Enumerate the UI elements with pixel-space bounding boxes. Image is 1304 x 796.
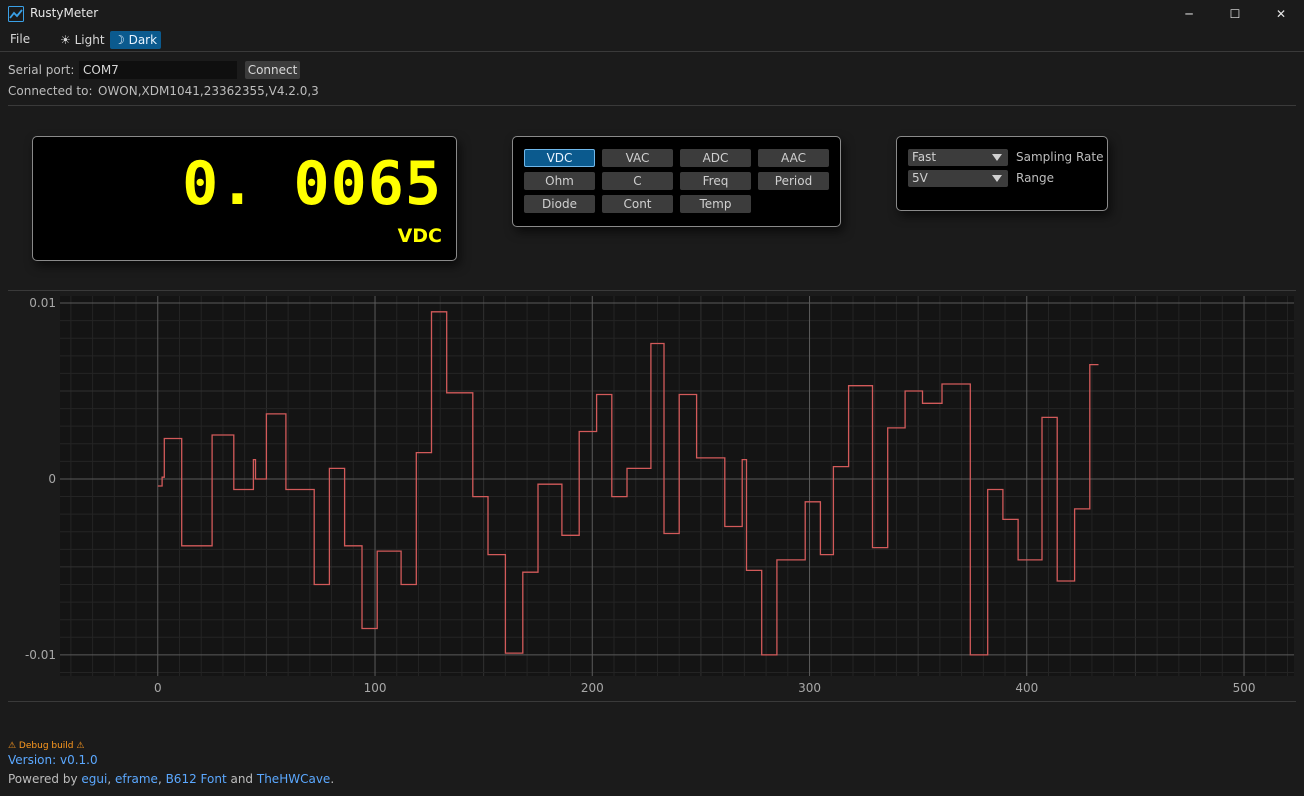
mode-c-button[interactable]: C — [602, 172, 673, 190]
mode-vdc-button[interactable]: VDC — [524, 149, 595, 167]
measurement-plot[interactable]: 0 100 200 300 400 500 0.01 0 -0.01 — [8, 292, 1296, 700]
divider — [8, 105, 1296, 106]
app-chart-icon — [8, 6, 24, 22]
sampling-rate-select[interactable]: Fast — [908, 149, 1008, 166]
plot-svg[interactable]: 0 100 200 300 400 500 0.01 0 -0.01 — [8, 292, 1296, 700]
range-label: Range — [1016, 171, 1055, 185]
mode-adc-button[interactable]: ADC — [680, 149, 751, 167]
separator-text: . — [330, 772, 335, 786]
separator-text: , — [157, 772, 166, 786]
reading-display: 0. 0065 VDC — [32, 136, 457, 261]
mode-period-button[interactable]: Period — [758, 172, 829, 190]
close-button[interactable]: ✕ — [1258, 0, 1304, 28]
mode-cont-button[interactable]: Cont — [602, 195, 673, 213]
mode-panel: VDC VAC ADC AAC Ohm C Freq Period Diode … — [512, 136, 841, 227]
thehwcave-link[interactable]: TheHWCave — [257, 772, 330, 786]
chevron-down-icon — [992, 175, 1002, 182]
title-bar: RustyMeter ─ ☐ ✕ — [0, 0, 1304, 28]
mode-aac-button[interactable]: AAC — [758, 149, 829, 167]
menu-file[interactable]: File — [10, 32, 30, 46]
serial-port-label: Serial port: — [8, 63, 75, 77]
y-tick-label: -0.01 — [25, 648, 56, 662]
theme-dark-button[interactable]: ☽ Dark — [110, 31, 162, 49]
connected-to-label: Connected to: — [8, 84, 93, 98]
eframe-link[interactable]: eframe — [115, 772, 158, 786]
mode-ohm-button[interactable]: Ohm — [524, 172, 595, 190]
app-title: RustyMeter — [30, 6, 99, 20]
x-tick-label: 500 — [1233, 681, 1256, 695]
menu-bar: File ☀ Light ☽ Dark — [0, 28, 1304, 52]
y-tick-label: 0.01 — [29, 296, 56, 310]
x-tick-label: 300 — [798, 681, 821, 695]
serial-port-input[interactable] — [79, 61, 237, 79]
debug-build-warning: ⚠ Debug build ⚠ — [8, 741, 85, 751]
x-tick-label: 200 — [581, 681, 604, 695]
theme-light-button[interactable]: ☀ Light — [56, 31, 109, 49]
chevron-down-icon — [992, 154, 1002, 161]
divider — [8, 701, 1296, 702]
b612-font-link[interactable]: B612 Font — [166, 772, 227, 786]
sampling-rate-value: Fast — [912, 150, 937, 164]
version-link[interactable]: Version: v0.1.0 — [8, 753, 98, 767]
separator-text: , — [107, 772, 115, 786]
settings-panel: Fast Sampling Rate 5V Range — [896, 136, 1108, 211]
connect-button[interactable]: Connect — [245, 61, 300, 79]
powered-by-line: Powered by egui, eframe, B612 Font and T… — [8, 772, 334, 786]
mode-temp-button[interactable]: Temp — [680, 195, 751, 213]
x-tick-label: 0 — [154, 681, 162, 695]
reading-unit: VDC — [397, 225, 442, 247]
sampling-rate-label: Sampling Rate — [1016, 150, 1104, 164]
reading-value: 0. 0065 — [182, 149, 442, 219]
connected-device-id: OWON,XDM1041,23362355,V4.2.0,3 — [98, 84, 319, 98]
range-select[interactable]: 5V — [908, 170, 1008, 187]
minimize-button[interactable]: ─ — [1166, 0, 1212, 28]
x-tick-label: 400 — [1015, 681, 1038, 695]
mode-vac-button[interactable]: VAC — [602, 149, 673, 167]
mode-diode-button[interactable]: Diode — [524, 195, 595, 213]
range-value: 5V — [912, 171, 928, 185]
maximize-button[interactable]: ☐ — [1212, 0, 1258, 28]
mode-freq-button[interactable]: Freq — [680, 172, 751, 190]
x-tick-label: 100 — [364, 681, 387, 695]
egui-link[interactable]: egui — [81, 772, 107, 786]
powered-by-text: Powered by — [8, 772, 82, 786]
y-tick-label: 0 — [48, 472, 56, 486]
separator-text: and — [226, 772, 257, 786]
divider — [8, 290, 1296, 291]
